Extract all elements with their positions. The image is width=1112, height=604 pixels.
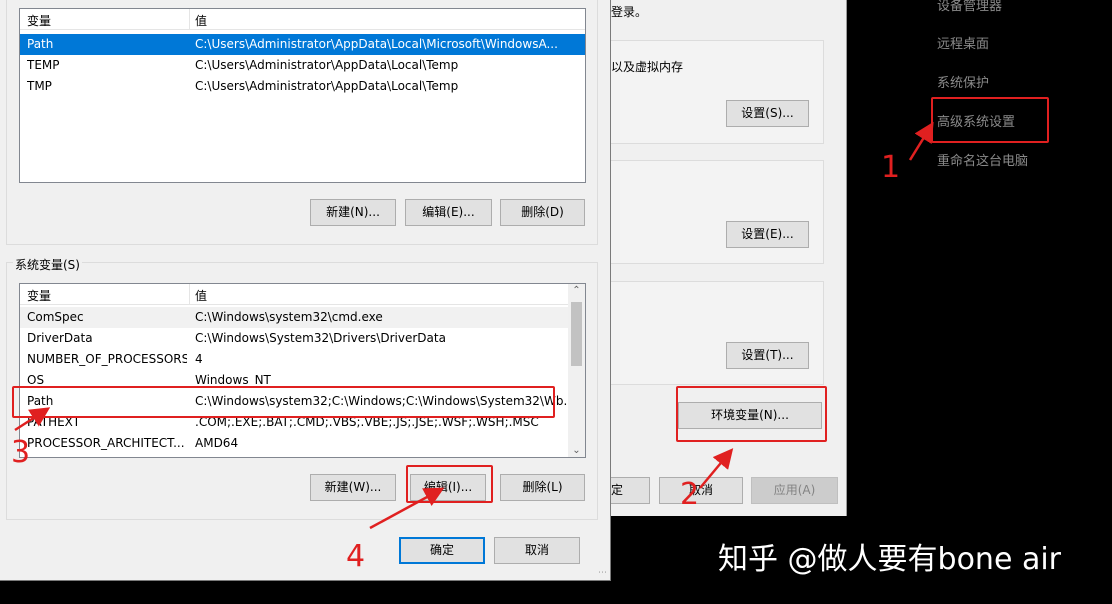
table-row[interactable]: TEMP C:\Users\Administrator\AppData\Loca… (20, 55, 585, 76)
scroll-up-icon[interactable]: ⌃ (568, 285, 585, 296)
var-name: Path (27, 37, 54, 51)
var-value: C:\Users\Administrator\AppData\Local\Tem… (195, 58, 459, 72)
system-delete-button[interactable]: 删除(L) (500, 474, 585, 501)
system-new-button[interactable]: 新建(W)... (310, 474, 396, 501)
column-header-value[interactable]: 值 (195, 287, 207, 304)
annotation-number-2: 2 (680, 477, 700, 512)
user-variables-list[interactable]: 变量 值 Path C:\Users\Administrator\AppData… (19, 8, 586, 183)
sidebar-item-device-manager[interactable]: 设备管理器 (937, 0, 1002, 14)
virtual-memory-text: 以及虚拟内存 (611, 60, 684, 74)
var-value: Windows_NT (195, 373, 271, 387)
sidebar-item-system-protection[interactable]: 系统保护 (937, 72, 989, 91)
sidebar-item-remote-desktop[interactable]: 远程桌面 (937, 33, 989, 52)
environment-variables-dialog: 变量 值 Path C:\Users\Administrator\AppData… (0, 0, 611, 581)
user-profiles-group (610, 160, 824, 264)
var-value: C:\Users\Administrator\AppData\Local\Tem… (195, 79, 459, 93)
startup-recovery-group (610, 281, 824, 385)
table-row[interactable]: Path C:\Users\Administrator\AppData\Loca… (20, 34, 585, 55)
system-variables-list[interactable]: 变量 值 ComSpec C:\Windows\system32\cmd.exe… (19, 283, 586, 458)
var-name: PROCESSOR_ARCHITECT... (27, 436, 185, 450)
watermark: 知乎 @做人要有bone air (718, 542, 1061, 577)
scroll-down-icon[interactable]: ⌄ (568, 445, 585, 456)
annotation-number-4: 4 (346, 539, 366, 574)
vertical-scrollbar[interactable]: ⌃ ⌄ (568, 284, 585, 457)
performance-settings-button[interactable]: 设置(S)... (726, 100, 809, 127)
list-header: 变量 值 (20, 284, 585, 305)
list-header: 变量 值 (20, 9, 585, 30)
column-separator[interactable] (189, 9, 190, 29)
table-row[interactable]: ComSpec C:\Windows\system32\cmd.exe (20, 307, 585, 328)
var-value: AMD64 (195, 436, 239, 450)
annotation-number-3: 3 (11, 435, 31, 470)
resize-grip-icon[interactable]: ⋯ (598, 568, 608, 578)
login-text: 登录。 (611, 5, 648, 19)
user-delete-button[interactable]: 删除(D) (500, 199, 585, 226)
annotation-box-edit-button (406, 465, 493, 503)
var-value: C:\Windows\System32\Drivers\DriverData (195, 331, 446, 345)
column-header-variable[interactable]: 变量 (27, 287, 51, 304)
column-header-value[interactable]: 值 (195, 12, 207, 29)
table-row[interactable]: PROCESSOR_ARCHITECT... AMD64 (20, 433, 585, 454)
column-header-variable[interactable]: 变量 (27, 12, 51, 29)
var-value: 4 (195, 352, 203, 366)
var-name: DriverData (27, 331, 93, 345)
user-profiles-settings-button[interactable]: 设置(E)... (726, 221, 809, 248)
column-separator[interactable] (189, 284, 190, 304)
var-value: C:\Users\Administrator\AppData\Local\Mic… (195, 37, 558, 51)
table-row[interactable]: NUMBER_OF_PROCESSORS 4 (20, 349, 585, 370)
system-properties-apply-button[interactable]: 应用(A) (751, 477, 838, 504)
annotation-box-env-vars (676, 386, 827, 442)
system-properties-cancel-button[interactable]: 取消 (659, 477, 743, 504)
var-name: TEMP (27, 58, 60, 72)
var-name: OS (27, 373, 45, 387)
scrollbar-thumb[interactable] (571, 302, 582, 366)
annotation-number-1: 1 (881, 150, 901, 185)
startup-recovery-settings-button[interactable]: 设置(T)... (726, 342, 809, 369)
var-name: NUMBER_OF_PROCESSORS (27, 352, 187, 366)
cancel-button[interactable]: 取消 (494, 537, 580, 564)
system-variables-group-label: 系统变量(S) (13, 256, 82, 273)
user-edit-button[interactable]: 编辑(E)... (405, 199, 492, 226)
annotation-box-advanced-settings (931, 97, 1049, 143)
performance-group (610, 40, 824, 144)
var-name: TMP (27, 79, 52, 93)
user-new-button[interactable]: 新建(N)... (310, 199, 396, 226)
ok-button[interactable]: 确定 (399, 537, 485, 564)
sidebar-item-rename-pc[interactable]: 重命名这台电脑 (937, 150, 1028, 169)
var-value: C:\Windows\system32\cmd.exe (195, 310, 383, 324)
annotation-box-path-row (12, 386, 555, 418)
table-row[interactable]: DriverData C:\Windows\System32\Drivers\D… (20, 328, 585, 349)
var-name: ComSpec (27, 310, 84, 324)
table-row[interactable]: TMP C:\Users\Administrator\AppData\Local… (20, 76, 585, 97)
